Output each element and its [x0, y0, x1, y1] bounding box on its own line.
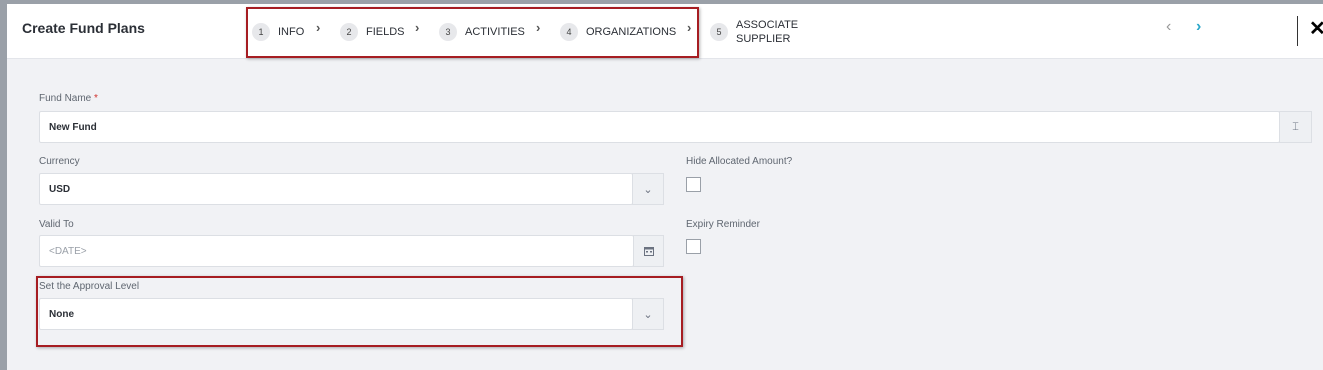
- chevron-left-icon[interactable]: ‹: [1166, 18, 1171, 36]
- required-mark: *: [94, 93, 98, 104]
- fund-name-input[interactable]: New Fund: [39, 111, 1280, 143]
- chevron-right-next-icon[interactable]: ›: [1196, 18, 1201, 36]
- step-number: 5: [710, 23, 728, 41]
- header-divider: [1297, 16, 1298, 46]
- valid-to-label: Valid To: [39, 219, 74, 230]
- valid-to-input[interactable]: <DATE>: [39, 235, 634, 267]
- step-label-line1: ASSOCIATE: [736, 19, 799, 31]
- fund-name-label: Fund Name *: [39, 93, 98, 104]
- steps-highlight-box: [246, 7, 699, 58]
- create-fund-plans-modal: Create Fund Plans 1 INFO › 2 FIELDS › 3 …: [7, 4, 1323, 370]
- chevron-down-icon[interactable]: ⌄: [632, 173, 664, 205]
- currency-label: Currency: [39, 156, 80, 167]
- step-label-line2: SUPPLIER: [736, 33, 791, 45]
- approval-highlight-box: [36, 276, 683, 347]
- currency-select[interactable]: USD: [39, 173, 633, 205]
- modal-header: Create Fund Plans 1 INFO › 2 FIELDS › 3 …: [7, 4, 1323, 59]
- hide-allocated-label: Hide Allocated Amount?: [686, 156, 793, 167]
- step-label: ASSOCIATE SUPPLIER: [736, 18, 798, 46]
- expiry-reminder-checkbox[interactable]: [686, 239, 701, 254]
- expiry-reminder-label: Expiry Reminder: [686, 219, 760, 230]
- text-format-icon[interactable]: ⌶: [1279, 111, 1312, 143]
- fund-name-label-text: Fund Name: [39, 93, 92, 104]
- hide-allocated-checkbox[interactable]: [686, 177, 701, 192]
- calendar-icon[interactable]: [633, 235, 664, 267]
- step-associate-supplier[interactable]: 5 ASSOCIATE SUPPLIER: [710, 18, 798, 46]
- modal-title: Create Fund Plans: [22, 20, 145, 36]
- close-icon[interactable]: ✕: [1309, 16, 1323, 41]
